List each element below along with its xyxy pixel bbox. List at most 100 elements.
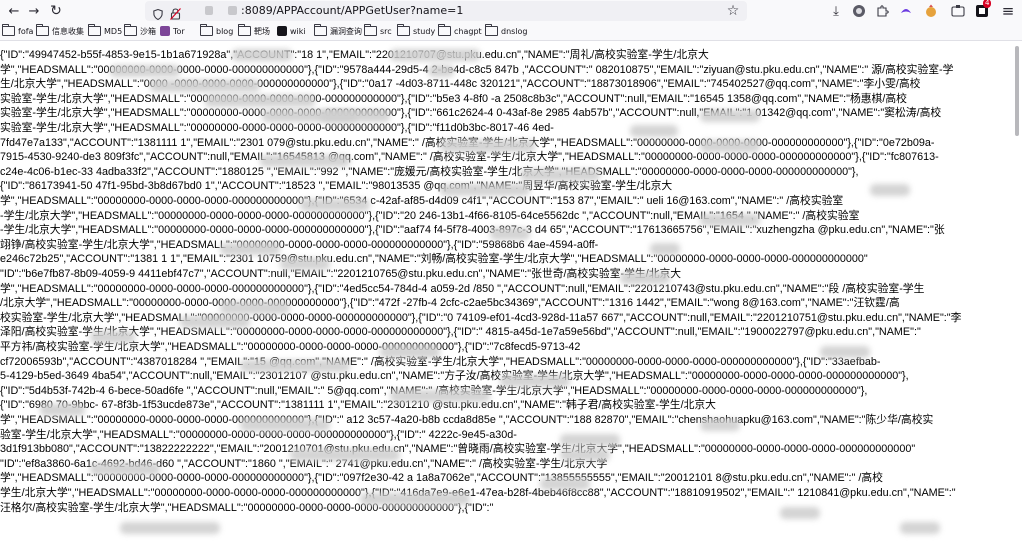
redacted-host-2	[228, 6, 237, 15]
response-text-line: 学","HEADSMALL":"00000000-0000-0000-0000-…	[0, 282, 925, 295]
response-text-line: {"ID":"6980 70-9bbc- 67-8f3b-1f53ucde873…	[0, 399, 716, 412]
privacy-blur	[90, 463, 160, 475]
wiki-icon	[277, 26, 287, 36]
bookmark-folder-info[interactable]: 信息收集	[36, 24, 84, 38]
privacy-blur	[490, 228, 530, 240]
bookmark-folder-dnslog[interactable]: dnslog	[485, 24, 528, 38]
response-text-line: -学生/北京大学","HEADSMALL":"00000000-0000-000…	[0, 209, 860, 222]
privacy-blur	[180, 316, 250, 328]
folder-icon	[238, 24, 251, 36]
folder-icon	[438, 24, 451, 36]
extension-icon-5[interactable]: 4	[972, 0, 992, 21]
extension-icon-2[interactable]	[896, 1, 916, 21]
folder-icon	[124, 24, 137, 36]
privacy-blur	[120, 522, 220, 534]
bookmark-label: Tor	[173, 26, 185, 36]
privacy-blur	[205, 95, 315, 107]
response-text-line: "ID":"b6e7fb87-8b09-4059-9 4411ebf47c7",…	[0, 268, 682, 280]
forward-icon[interactable]: →	[24, 1, 44, 21]
privacy-blur	[500, 375, 570, 387]
privacy-blur	[110, 65, 180, 77]
response-text-line: /北京大学","HEADSMALL":"00000000-0000-0000-0…	[0, 297, 900, 310]
response-text-line: 汪格尔/高校实验室-学生/北京大学","HEADSMALL":"00000000…	[0, 501, 494, 514]
bookmark-folder-range[interactable]: 靶场	[238, 24, 270, 38]
response-text-line: 验室-学生/北京大学","HEADSMALL":"00000000-0000-0…	[0, 428, 517, 441]
response-text-line: 3d1f913bb080","ACCOUNT":"13822222222","E…	[0, 443, 916, 456]
response-text-line: e246c72b25","ACCOUNT":"1381 1 1","EMAIL"…	[0, 253, 868, 266]
url-text[interactable]: :8089/APPAccount/APPGetUser?name=1	[241, 4, 463, 17]
shield-icon[interactable]	[153, 5, 163, 21]
response-text-line: 学","HEADSMALL":"00000000-0000-0000-0000-…	[0, 414, 934, 426]
privacy-blur	[700, 419, 740, 431]
reload-icon[interactable]: ↻	[46, 1, 66, 21]
privacy-blur	[390, 49, 480, 61]
privacy-blur	[40, 404, 85, 416]
response-text-line: 学生/北京大学","HEADSMALL":"00000000-0000-0000…	[0, 487, 956, 499]
privacy-blur	[630, 125, 678, 137]
privacy-blur	[560, 434, 620, 446]
bookmark-folder-src[interactable]: src	[364, 24, 392, 38]
scrollbar-thumb[interactable]	[1015, 46, 1019, 136]
menu-icon[interactable]: ≡	[998, 1, 1018, 21]
bookmark-label: chagpt	[454, 26, 482, 36]
redacted-host-1	[205, 6, 213, 15]
folder-icon	[397, 24, 410, 36]
folder-icon	[200, 24, 213, 36]
privacy-blur	[320, 110, 390, 122]
folder-icon	[36, 24, 49, 36]
extension-icon-4[interactable]	[948, 1, 968, 21]
back-icon[interactable]: ←	[4, 1, 24, 21]
bookmark-label: dnslog	[501, 26, 528, 36]
privacy-blur	[620, 272, 670, 284]
response-text-line: 实验室-学生/北京大学","HEADSMALL":"00000000-0000-…	[0, 122, 554, 134]
bookmark-tor[interactable]: Tor	[160, 24, 185, 38]
privacy-blur	[870, 184, 910, 196]
privacy-blur	[700, 110, 760, 122]
privacy-blur	[220, 302, 290, 314]
bookmark-wiki[interactable]: wiki	[277, 24, 306, 38]
bookmark-folder-fofa[interactable]: fofa	[2, 24, 33, 38]
privacy-blur	[428, 65, 454, 77]
folder-icon	[88, 24, 101, 36]
browser-chrome: ← → ↻ :8089/APPAccount/APPGetUser?name=1…	[0, 0, 1022, 41]
bookmark-label: 信息收集	[52, 26, 84, 36]
extension-icon-1[interactable]	[849, 1, 869, 21]
bookmark-folder-vuln[interactable]: 漏洞查询	[314, 24, 362, 38]
bookmark-label: blog	[216, 26, 234, 36]
navigation-toolbar: ← → ↻ :8089/APPAccount/APPGetUser?name=1…	[0, 0, 1022, 22]
folder-icon	[314, 24, 327, 36]
bookmark-star-icon[interactable]: ☆	[723, 1, 743, 21]
privacy-blur	[280, 258, 330, 270]
privacy-blur	[260, 155, 350, 167]
vertical-scrollbar[interactable]	[1014, 44, 1020, 544]
privacy-blur	[220, 243, 280, 255]
bookmark-label: 沙箱	[140, 26, 156, 36]
download-icon[interactable]: ⤓	[826, 1, 846, 21]
privacy-blur	[440, 184, 530, 196]
response-text-line: {"ID":"49947452-b55f-4853-9e15-1b1a67192…	[0, 49, 709, 61]
privacy-blur	[390, 390, 490, 402]
privacy-blur	[240, 360, 350, 372]
response-text-line: 实验室-学生/北京大学","HEADSMALL":"00000000-0000-…	[0, 92, 907, 105]
privacy-blur	[380, 346, 440, 358]
privacy-blur	[780, 507, 820, 519]
extension-icon-3[interactable]	[921, 1, 941, 21]
bookmark-label: 靶场	[254, 26, 270, 36]
bookmark-folder-sandbox[interactable]: 沙箱	[124, 24, 156, 38]
bookmark-folder-chagpt[interactable]: chagpt	[438, 24, 482, 38]
privacy-blur	[700, 214, 760, 226]
connection-insecure-icon[interactable]	[170, 5, 181, 20]
bookmark-label: src	[380, 26, 392, 36]
bookmark-label: study	[413, 26, 436, 36]
folder-icon	[2, 24, 15, 36]
response-text-line: 泽阳/高校实验室-学生/北京大学","HEADSMALL":"00000000-…	[0, 326, 921, 339]
bookmark-folder-study[interactable]: study	[397, 24, 435, 38]
bookmark-label: fofa	[18, 26, 34, 36]
bookmark-folder-blog[interactable]: blog	[200, 24, 233, 38]
puzzle-extensions-icon[interactable]	[872, 1, 892, 21]
bookmark-label: 漏洞查询	[330, 26, 362, 36]
bookmark-folder-md5[interactable]: MD5	[88, 24, 122, 38]
privacy-blur	[560, 449, 610, 461]
address-bar[interactable]: :8089/APPAccount/APPGetUser?name=1 ☆	[145, 1, 747, 21]
response-text-line: c24e-4c06-b1ec-33 4adba33f2","ACCOUNT":"…	[0, 165, 859, 178]
